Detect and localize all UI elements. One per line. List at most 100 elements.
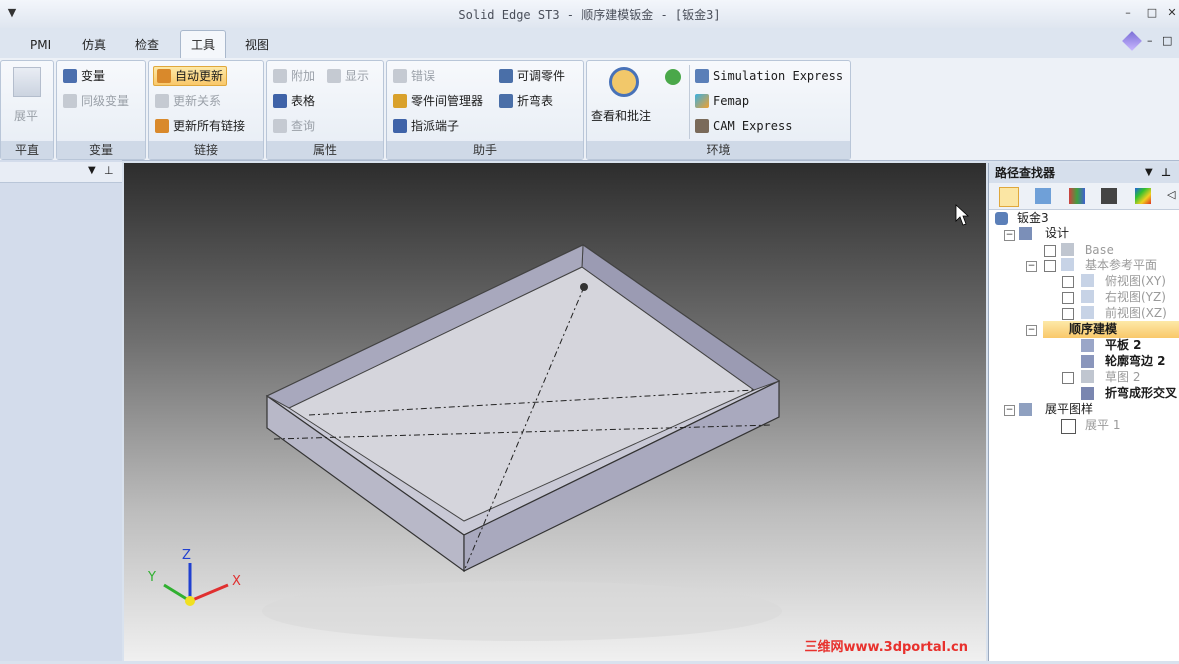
plane-icon [1081, 274, 1094, 287]
group-links: 自动更新 更新关系 更新所有链接 链接 [148, 60, 264, 160]
group-label-assistant: 助手 [387, 141, 583, 159]
group-label-variables: 变量 [57, 141, 145, 159]
group-label-properties: 属性 [267, 141, 383, 159]
adjustable-part-button[interactable]: 可调零件 [499, 66, 565, 86]
ribbon-tabs: PMI 仿真 检查 工具 视图 – □ [0, 28, 1179, 59]
doc-minimize-button[interactable]: – [1147, 34, 1153, 47]
tree-node-sketch[interactable]: 草图 2 [1105, 369, 1140, 385]
base-icon [1061, 243, 1074, 256]
feature-library-icon[interactable] [1069, 188, 1085, 204]
update-relations-icon [155, 94, 169, 108]
sketch-icon [1081, 370, 1094, 383]
error-button[interactable]: 错误 [393, 66, 435, 86]
tree-view-icon[interactable] [999, 187, 1019, 207]
simulation-express-button[interactable]: Simulation Express [695, 66, 843, 86]
checkbox-right-plane[interactable] [1062, 292, 1074, 304]
tree-node-flat-pattern[interactable]: 展平图样 [1045, 401, 1093, 417]
table-button[interactable]: 表格 [273, 91, 315, 111]
title-bar: ▼ Solid Edge ST3 - 顺序建模钣金 - [钣金3] – □ ✕ [0, 0, 1179, 29]
pin-icon[interactable]: ⊥ [104, 164, 114, 177]
ref-plane-icon [1061, 258, 1074, 271]
query-button[interactable]: 查询 [273, 116, 315, 136]
assign-terminal-button[interactable]: 指派端子 [393, 116, 459, 136]
group-label-environment: 环境 [587, 141, 850, 159]
femap-button[interactable]: Femap [695, 91, 749, 111]
cam-express-button[interactable]: CAM Express [695, 116, 792, 136]
global-icon[interactable] [665, 69, 681, 85]
collapse-icon[interactable]: − [1026, 261, 1037, 272]
model-canvas[interactable]: Z X Y [124, 163, 986, 661]
auto-update-button[interactable]: 自动更新 [153, 66, 228, 86]
checkbox-ref-planes[interactable] [1044, 260, 1056, 272]
maximize-button[interactable]: □ [1144, 5, 1160, 21]
peer-variables-icon [63, 94, 77, 108]
tree-node-contour-flange[interactable]: 轮廓弯边 2 [1105, 353, 1166, 369]
tree-node-tab[interactable]: 平板 2 [1105, 337, 1142, 353]
plane-icon [1081, 290, 1094, 303]
tree-node-cross-brake[interactable]: 折弯成形交叉 [1105, 385, 1177, 401]
tree-node-top-plane[interactable]: 俯视图(XY) [1105, 273, 1166, 289]
divider [689, 65, 690, 139]
adjustable-part-icon [499, 69, 513, 83]
tab-inspect[interactable]: 检查 [135, 34, 159, 56]
collapse-icon[interactable]: − [1026, 325, 1037, 336]
tab-view[interactable]: 视图 [245, 34, 269, 56]
update-all-links-button[interactable]: 更新所有链接 [155, 116, 245, 136]
left-docking-panel: ▼ ⊥ [0, 160, 122, 661]
tree-node-ref-planes[interactable]: 基本参考平面 [1085, 257, 1157, 273]
close-button[interactable]: ✕ [1164, 5, 1179, 21]
femap-icon [695, 94, 709, 108]
tree-node-sequential-modeling[interactable]: 顺序建模 [1069, 321, 1117, 337]
vertex-point[interactable] [580, 283, 588, 291]
simulation-icon [695, 69, 709, 83]
checkbox-top-plane[interactable] [1062, 276, 1074, 288]
tree-node-flatten[interactable]: 展平 1 [1085, 417, 1120, 433]
bend-table-button[interactable]: 折弯表 [499, 91, 553, 111]
color-icon[interactable] [1135, 188, 1151, 204]
tree-node-front-plane[interactable]: 前视图(XZ) [1105, 305, 1167, 321]
part-manager-button[interactable]: 零件间管理器 [393, 91, 483, 111]
variables-button[interactable]: 变量 [63, 66, 105, 86]
variables-icon [63, 69, 77, 83]
layers-icon[interactable] [1035, 188, 1051, 204]
show-button[interactable]: 显示 [327, 66, 369, 86]
sheetmetal-doc-icon [995, 212, 1008, 225]
contour-flange-icon [1081, 355, 1094, 368]
pin-icon[interactable]: ⊥ [1161, 163, 1171, 183]
tab-tools[interactable]: 工具 [180, 30, 227, 59]
tree-node-right-plane[interactable]: 右视图(YZ) [1105, 289, 1166, 305]
update-relations-button[interactable]: 更新关系 [155, 91, 221, 111]
flatten-button[interactable]: 展平 [1, 107, 51, 124]
pathfinder-header: 路径查找器 ▼ ⊥ [989, 163, 1179, 183]
tree-node-root[interactable]: 钣金3 [1017, 210, 1049, 226]
attach-button[interactable]: 附加 [273, 66, 315, 86]
collapse-icon[interactable]: − [1004, 405, 1015, 416]
tab-pmi[interactable]: PMI [30, 34, 51, 56]
bend-table-icon [499, 94, 513, 108]
panel-dropdown-icon[interactable]: ▼ [88, 165, 96, 176]
left-panel-header: ▼ ⊥ [0, 162, 122, 183]
tree-node-design[interactable]: 设计 [1045, 225, 1069, 241]
tree-node-base[interactable]: Base [1085, 242, 1114, 258]
minimize-button[interactable]: – [1120, 5, 1136, 21]
group-variables: 变量 同级变量 变量 [56, 60, 146, 160]
peer-variables-button[interactable]: 同级变量 [63, 91, 129, 111]
review-button[interactable]: 查看和批注 [591, 107, 651, 124]
checkbox-front-plane[interactable] [1062, 308, 1074, 320]
group-properties: 附加 显示 表格 查询 属性 [266, 60, 384, 160]
ribbon: 展平 平直 变量 同级变量 变量 自动更新 更新关系 更新所有链接 链接 附加 … [0, 58, 1179, 161]
panel-dropdown-icon[interactable]: ▼ [1145, 163, 1153, 183]
tab-simulation[interactable]: 仿真 [82, 34, 106, 56]
scroll-left-icon[interactable]: ◁ [1167, 188, 1175, 201]
checkbox-base[interactable] [1044, 245, 1056, 257]
doc-restore-button[interactable]: □ [1162, 34, 1172, 47]
family-table-icon[interactable] [1101, 188, 1117, 204]
3d-viewport[interactable]: Z X Y 三维网www.3dportal.cn [124, 163, 986, 661]
show-icon [327, 69, 341, 83]
collapse-icon[interactable]: − [1004, 230, 1015, 241]
cam-icon [695, 119, 709, 133]
flat-pattern-icon [1019, 403, 1032, 416]
help-icon[interactable] [1122, 31, 1142, 51]
group-assistant: 错误 可调零件 零件间管理器 折弯表 指派端子 助手 [386, 60, 584, 160]
checkbox-sketch[interactable] [1062, 372, 1074, 384]
